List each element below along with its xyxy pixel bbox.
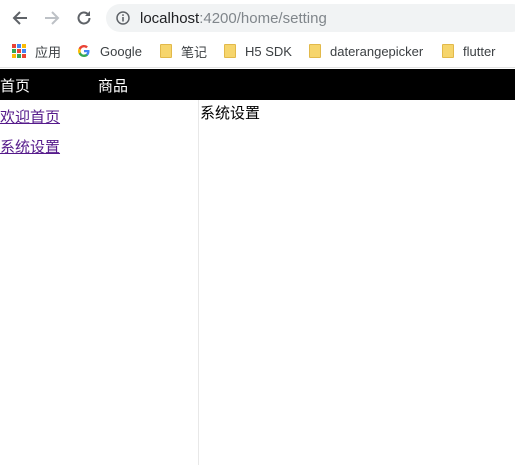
bookmark-label: H5 SDK bbox=[245, 43, 292, 59]
page-viewport: 首页 商品 欢迎首页 系统设置 系统设置 bbox=[0, 67, 515, 465]
url-text[interactable]: localhost:4200/home/setting bbox=[140, 10, 327, 27]
url-path: :4200/home/setting bbox=[199, 10, 327, 27]
folder-icon bbox=[160, 44, 172, 58]
arrow-left-icon bbox=[12, 11, 27, 25]
url-host: localhost bbox=[140, 10, 200, 27]
bookmark-label: 笔记 bbox=[181, 44, 208, 60]
content-title: 系统设置 bbox=[200, 104, 261, 122]
topnav-item-home[interactable]: 首页 bbox=[0, 75, 30, 96]
arrow-right-icon bbox=[45, 11, 60, 25]
bookmark-folder-flutter[interactable]: flutter bbox=[442, 41, 496, 61]
reload-button[interactable] bbox=[72, 6, 96, 30]
topnav-item-products[interactable]: 商品 bbox=[98, 75, 128, 96]
browser-toolbar: localhost:4200/home/setting bbox=[0, 0, 515, 36]
apps-grid-icon bbox=[12, 44, 26, 58]
back-button[interactable] bbox=[8, 6, 32, 30]
bookmark-folder-notes[interactable]: 笔记 bbox=[160, 41, 207, 61]
forward-button[interactable] bbox=[40, 6, 64, 30]
bookmark-apps[interactable]: 应用 bbox=[12, 41, 61, 61]
reload-icon bbox=[77, 11, 91, 25]
bookmark-folder-h5sdk[interactable]: H5 SDK bbox=[224, 41, 292, 61]
google-icon bbox=[77, 44, 91, 58]
bookmarks-bar: 应用 Google 笔记 H5 SDK daterangepicker flut… bbox=[0, 36, 515, 66]
folder-icon bbox=[442, 44, 454, 58]
info-icon[interactable] bbox=[116, 11, 130, 25]
bookmark-google[interactable]: Google bbox=[77, 41, 142, 61]
sidebar-link-welcome[interactable]: 欢迎首页 bbox=[0, 106, 60, 127]
top-nav-bar: 首页 商品 bbox=[0, 69, 515, 100]
bookmark-label: Google bbox=[100, 43, 142, 59]
sidebar: 欢迎首页 系统设置 bbox=[0, 100, 199, 465]
folder-icon bbox=[224, 44, 236, 58]
bookmark-folder-daterangepicker[interactable]: daterangepicker bbox=[309, 41, 423, 61]
sidebar-link-settings[interactable]: 系统设置 bbox=[0, 136, 60, 157]
bookmark-label: daterangepicker bbox=[330, 43, 424, 59]
folder-icon bbox=[309, 44, 321, 58]
bookmark-label: flutter bbox=[463, 43, 496, 59]
bookmark-label: 应用 bbox=[35, 44, 62, 60]
address-bar[interactable]: localhost:4200/home/setting bbox=[106, 4, 515, 32]
